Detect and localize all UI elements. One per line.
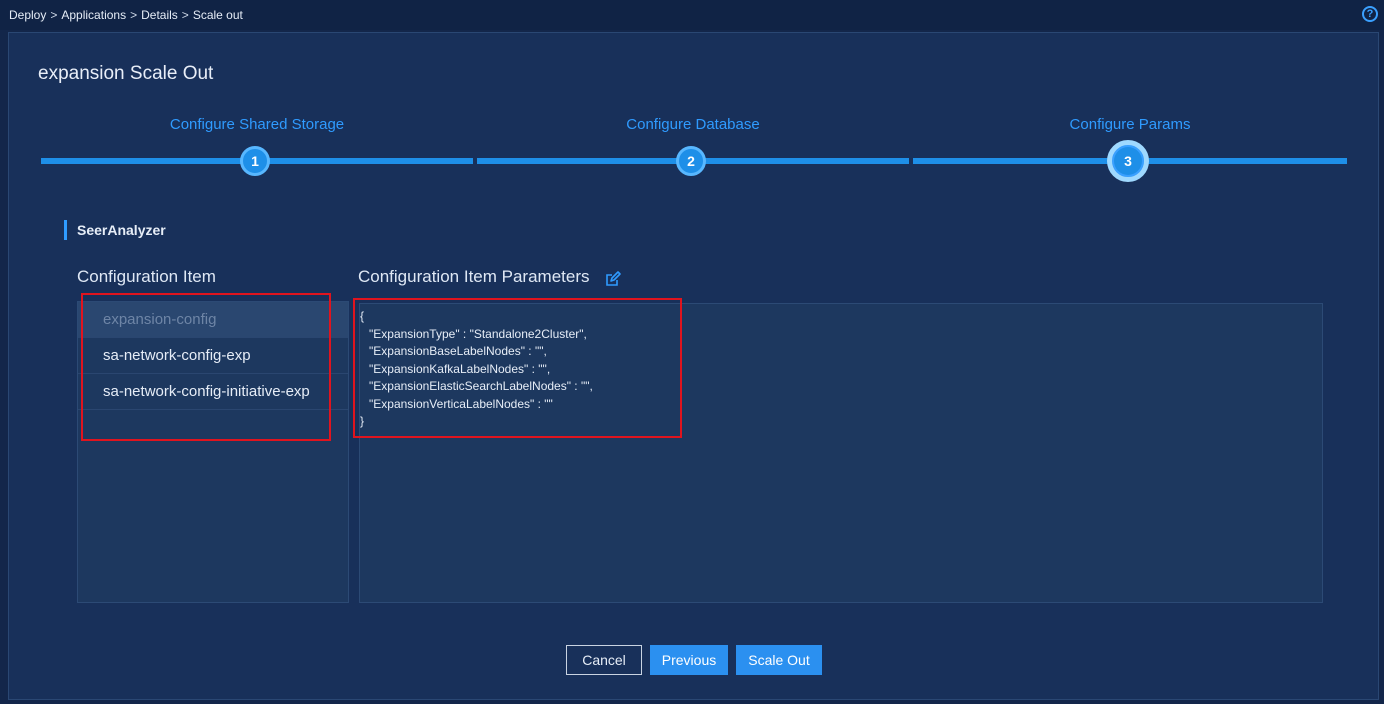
top-bar: Deploy > Applications > Details > Scale out ? <box>0 0 1384 30</box>
config-item-list: expansion-config sa-network-config-exp s… <box>77 301 349 603</box>
scale-out-button[interactable]: Scale Out <box>736 645 822 675</box>
help-icon[interactable]: ? <box>1362 6 1378 22</box>
page-title: expansion Scale Out <box>38 63 214 84</box>
config-item-expansion-config[interactable]: expansion-config <box>78 302 348 338</box>
param-line: "ExpansionKafkaLabelNodes" : "", <box>369 361 551 376</box>
step-1-indicator: 1 <box>240 146 270 176</box>
config-params-editor[interactable]: { "ExpansionType" : "Standalone2Cluster"… <box>359 303 1323 603</box>
config-item-sa-network-config-initiative-exp[interactable]: sa-network-config-initiative-exp <box>78 374 348 410</box>
param-line: "ExpansionType" : "Standalone2Cluster", <box>369 326 587 341</box>
breadcrumb-separator: > <box>181 8 189 22</box>
param-line: { <box>360 309 365 323</box>
breadcrumb-details[interactable]: Details <box>141 8 178 22</box>
param-line: } <box>360 414 365 428</box>
breadcrumb-applications[interactable]: Applications <box>61 8 126 22</box>
edit-icon[interactable] <box>605 271 621 287</box>
param-line: "ExpansionBaseLabelNodes" : "", <box>369 344 547 358</box>
step-2-indicator: 2 <box>676 146 706 176</box>
step-3-indicator: 3 <box>1107 140 1149 182</box>
config-item-title: Configuration Item <box>77 267 216 286</box>
config-params-title: Configuration Item Parameters <box>358 267 590 286</box>
param-line: "ExpansionVerticaLabelNodes" : "" <box>369 396 553 411</box>
breadcrumb-deploy[interactable]: Deploy <box>9 8 46 22</box>
step-label-database: Configure Database <box>626 116 760 133</box>
step-label-shared-storage: Configure Shared Storage <box>169 116 345 133</box>
breadcrumb-separator: > <box>130 8 138 22</box>
step-label-params: Configure Params <box>1069 116 1191 133</box>
breadcrumb-separator: > <box>50 8 58 22</box>
cancel-button[interactable]: Cancel <box>566 645 642 675</box>
section-title: SeerAnalyzer <box>64 220 166 240</box>
param-line: "ExpansionElasticSearchLabelNodes" : "", <box>369 379 593 393</box>
scale-out-panel: expansion Scale Out Configure Shared Sto… <box>8 32 1379 700</box>
previous-button[interactable]: Previous <box>650 645 728 675</box>
breadcrumb-scale-out: Scale out <box>192 8 243 22</box>
config-item-sa-network-config-exp[interactable]: sa-network-config-exp <box>78 338 348 374</box>
breadcrumb: Deploy > Applications > Details > Scale out <box>9 8 243 22</box>
